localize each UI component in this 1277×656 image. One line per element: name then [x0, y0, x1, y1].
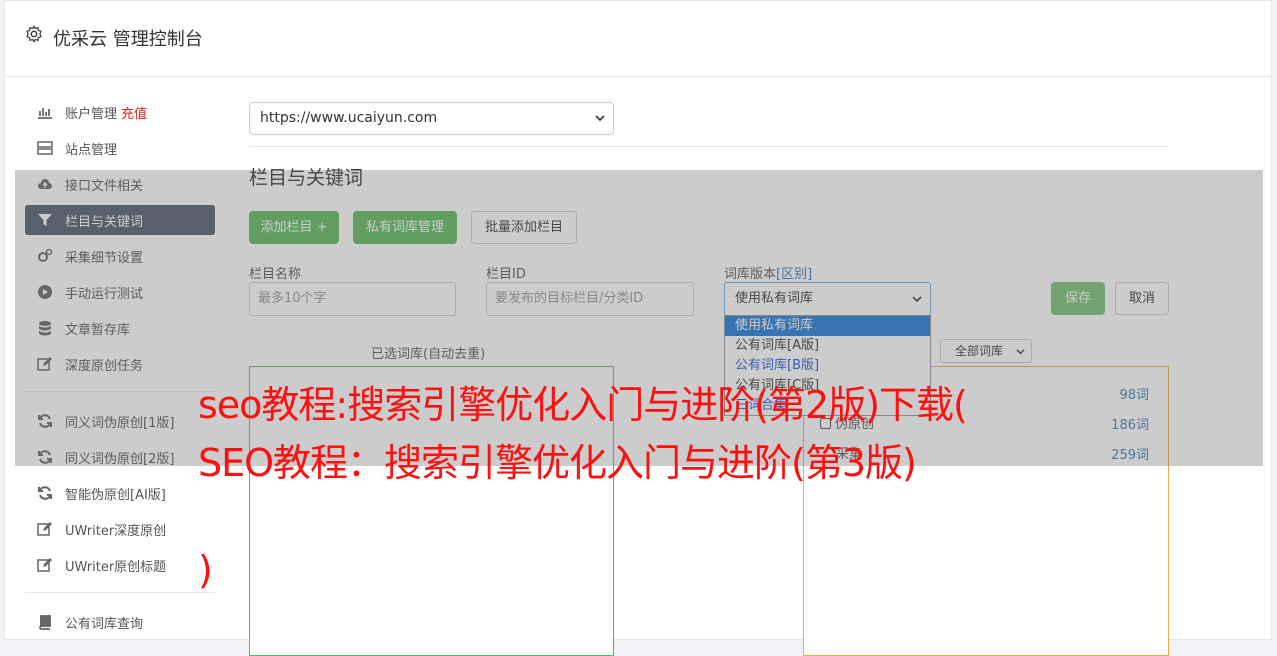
sidebar-item-uwriter-title[interactable]: UWriter原创标题 — [25, 550, 215, 580]
edit-icon — [37, 522, 52, 536]
sidebar-item-public-lib-query[interactable]: 公有词库查询 — [25, 607, 215, 637]
refresh-icon — [38, 486, 52, 500]
sidebar-item-label: UWriter原创标题 — [65, 559, 167, 575]
sidebar-item-sites[interactable]: 站点管理 — [25, 133, 215, 163]
site-select-value: https://www.ucaiyun.com — [260, 110, 438, 126]
sidebar-item-label: 公有词库查询 — [65, 616, 144, 632]
sidebar-item-label: 账户管理 — [65, 106, 118, 122]
sidebar-item-label: 站点管理 — [65, 142, 118, 158]
sidebar-item-label: 智能伪原创[AI版] — [65, 487, 166, 503]
site-select[interactable]: https://www.ucaiyun.com — [249, 102, 614, 135]
header-bar: 优采云 管理控制台 — [5, 1, 1271, 77]
sidebar-item-label: UWriter深度原创 — [65, 523, 167, 539]
sidebar-divider — [25, 592, 215, 593]
bar-chart-icon — [38, 108, 52, 119]
edit-icon — [37, 558, 52, 572]
divider — [249, 146, 1169, 147]
gear-icon — [26, 25, 42, 43]
chevron-down-icon — [595, 115, 605, 122]
overlay-title-line1: seo教程:搜索引擎优化入门与进阶(第2版)下载( — [198, 383, 968, 427]
overlay-title-line2: SEO教程：搜索引擎优化入门与进阶(第3版) — [198, 441, 917, 485]
sidebar-item-ai-rewrite[interactable]: 智能伪原创[AI版] — [25, 478, 215, 508]
sidebar-item-account[interactable]: 账户管理 充值 — [25, 97, 215, 127]
page-title: 优采云 管理控制台 — [53, 29, 203, 50]
recharge-link[interactable]: 充值 — [121, 103, 147, 122]
sidebar-item-uwriter-deep[interactable]: UWriter深度原创 — [25, 514, 215, 544]
overlay-title-line3: ) — [198, 548, 213, 592]
server-icon — [37, 141, 53, 155]
book-icon — [39, 615, 51, 630]
